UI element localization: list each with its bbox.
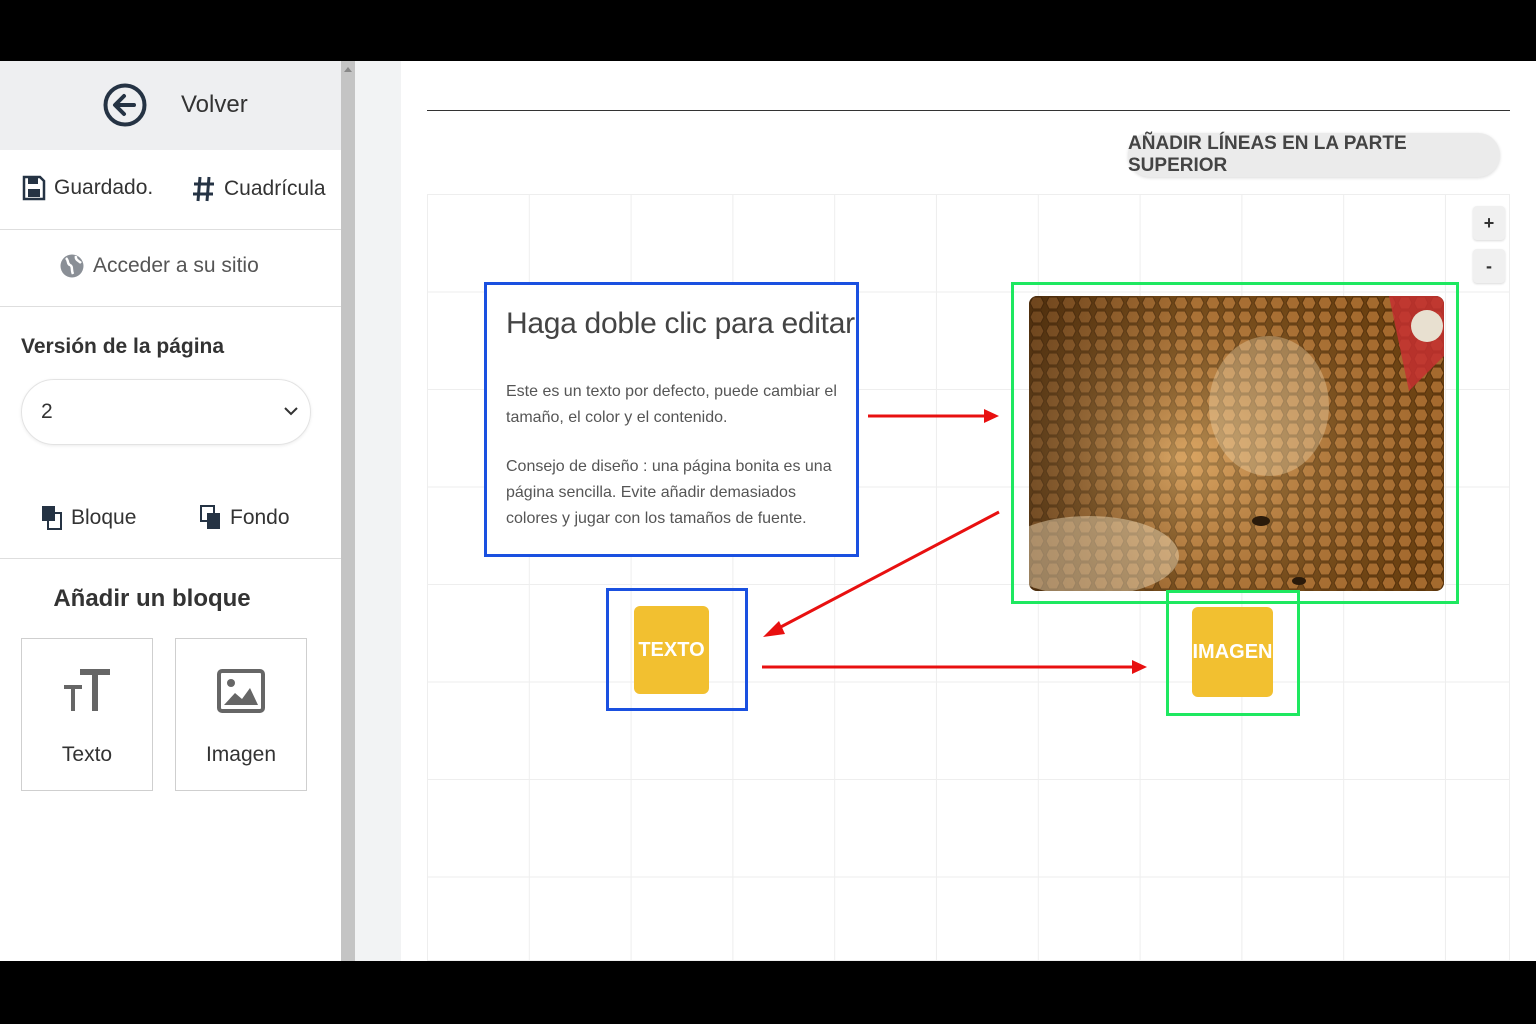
sidebar: Volver Guardado. Cuadrícula Acceder a su… (0, 61, 341, 961)
page-version-select[interactable]: 2 (21, 379, 311, 445)
chevron-down-icon (284, 407, 298, 416)
imagen-button[interactable]: IMAGEN (1192, 607, 1273, 697)
back-arrow-icon (103, 83, 147, 127)
text-tile-label: Texto (61, 743, 113, 766)
add-image-block-tile[interactable]: Imagen (175, 638, 307, 791)
access-site-link[interactable]: Acceder a su sitio (59, 252, 259, 280)
image-block[interactable] (1011, 282, 1459, 604)
honeycomb-photo (1029, 296, 1444, 591)
text-block-paragraph-2[interactable]: Consejo de diseño : una página bonita es… (506, 454, 851, 532)
screenshot-frame: Volver Guardado. Cuadrícula Acceder a su… (0, 0, 1536, 1024)
image-icon (176, 667, 306, 715)
back-button[interactable]: Volver (0, 61, 341, 150)
text-block-title[interactable]: Haga doble clic para editar (506, 307, 855, 341)
hash-icon (193, 176, 214, 202)
page-version-value: 2 (41, 400, 53, 423)
block-layer-icon (42, 506, 62, 530)
block-tool[interactable]: Bloque (41, 505, 136, 531)
saved-status[interactable]: Guardado. (22, 175, 153, 201)
access-site-row: Acceder a su sitio (0, 230, 341, 307)
background-layer-icon (200, 505, 220, 529)
sidebar-gutter (355, 61, 401, 961)
text-block-paragraph-1[interactable]: Este es un texto por defecto, puede camb… (506, 379, 851, 431)
grid-label: Cuadrícula (224, 177, 326, 200)
sidebar-scrollbar[interactable] (341, 61, 355, 961)
texto-button[interactable]: TEXTO (634, 606, 709, 694)
block-label: Bloque (71, 506, 137, 529)
grid-toggle[interactable]: Cuadrícula (192, 175, 326, 203)
top-divider (427, 110, 1510, 111)
save-icon (22, 175, 46, 201)
add-text-block-tile[interactable]: Texto (21, 638, 153, 791)
globe-icon (60, 254, 84, 278)
text-block[interactable]: Haga doble clic para editar Este es un t… (484, 282, 859, 557)
back-label: Volver (181, 91, 248, 118)
scroll-up-arrow-icon[interactable] (344, 67, 352, 72)
add-block-title: Añadir un bloque (53, 585, 251, 612)
block-background-row: Bloque Fondo (0, 486, 341, 559)
background-tool[interactable]: Fondo (200, 505, 290, 531)
saved-label: Guardado. (54, 176, 154, 199)
page-version-label: Versión de la página (21, 335, 225, 358)
background-label: Fondo (230, 506, 290, 529)
image-tile-label: Imagen (205, 743, 277, 766)
text-icon (22, 667, 152, 715)
add-lines-top-button[interactable]: AÑADIR LÍNEAS EN LA PARTE SUPERIOR (1128, 133, 1500, 177)
zoom-in-button[interactable]: + (1473, 206, 1505, 240)
editor-screen: Volver Guardado. Cuadrícula Acceder a su… (0, 61, 1536, 961)
access-site-label: Acceder a su sitio (93, 254, 259, 277)
canvas-area: AÑADIR LÍNEAS EN LA PARTE SUPERIOR + - H… (401, 61, 1536, 961)
zoom-out-button[interactable]: - (1473, 249, 1505, 283)
save-grid-row: Guardado. Cuadrícula (0, 150, 341, 230)
